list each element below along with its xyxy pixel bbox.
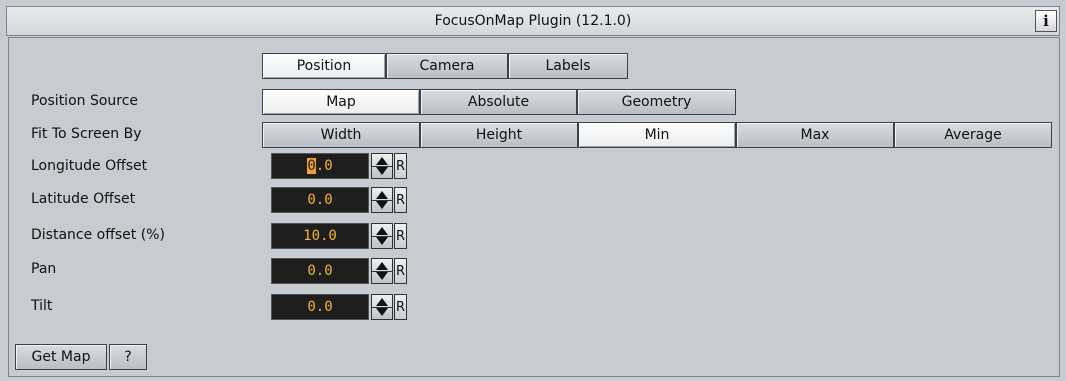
- title-bar: FocusOnMap Plugin (12.1.0) i: [6, 6, 1060, 36]
- fit-max-button[interactable]: Max: [736, 122, 894, 148]
- spin-up-icon: [376, 262, 388, 270]
- fit-min-button[interactable]: Min: [578, 122, 736, 148]
- window-title: FocusOnMap Plugin (12.1.0): [434, 13, 632, 29]
- longitude-offset-label: Longitude Offset: [31, 158, 148, 174]
- position-source-map[interactable]: Map: [262, 89, 420, 115]
- fit-to-screen-label: Fit To Screen By: [31, 126, 142, 142]
- info-button[interactable]: i: [1035, 10, 1057, 32]
- position-source-absolute[interactable]: Absolute: [420, 89, 577, 115]
- longitude-reset-button[interactable]: R: [394, 153, 407, 179]
- spin-down-icon: [376, 308, 388, 316]
- spin-down-icon: [376, 272, 388, 280]
- spin-up-icon: [376, 227, 388, 235]
- longitude-spinner[interactable]: [371, 153, 393, 179]
- position-source-label: Position Source: [31, 93, 139, 109]
- latitude-offset-input[interactable]: 0.0: [271, 187, 369, 213]
- pan-spinner[interactable]: [371, 258, 393, 284]
- plugin-panel: Position Camera Labels Position Source M…: [8, 37, 1060, 377]
- spin-up-icon: [376, 191, 388, 199]
- fit-average-button[interactable]: Average: [894, 122, 1052, 148]
- tab-position[interactable]: Position: [262, 53, 386, 79]
- pan-reset-button[interactable]: R: [394, 258, 407, 284]
- spin-up-icon: [376, 298, 388, 306]
- longitude-offset-input[interactable]: 0.0: [271, 153, 369, 179]
- tab-labels[interactable]: Labels: [508, 53, 628, 79]
- pan-input[interactable]: 0.0: [271, 258, 369, 284]
- tilt-label: Tilt: [31, 298, 53, 314]
- position-source-geometry[interactable]: Geometry: [577, 89, 736, 115]
- get-map-button[interactable]: Get Map: [15, 344, 107, 370]
- distance-spinner[interactable]: [371, 223, 393, 249]
- spin-down-icon: [376, 167, 388, 175]
- distance-offset-input[interactable]: 10.0: [271, 223, 369, 249]
- spin-down-icon: [376, 237, 388, 245]
- tab-camera[interactable]: Camera: [386, 53, 508, 79]
- longitude-selected-text: 0: [307, 158, 316, 174]
- latitude-offset-label: Latitude Offset: [31, 191, 136, 207]
- tilt-reset-button[interactable]: R: [394, 294, 407, 320]
- tilt-input[interactable]: 0.0: [271, 294, 369, 320]
- distance-offset-label: Distance offset (%): [31, 227, 165, 243]
- help-button[interactable]: ?: [109, 344, 147, 370]
- fit-height-button[interactable]: Height: [420, 122, 578, 148]
- spin-up-icon: [376, 157, 388, 165]
- pan-label: Pan: [31, 261, 57, 277]
- fit-width-button[interactable]: Width: [262, 122, 420, 148]
- distance-reset-button[interactable]: R: [394, 223, 407, 249]
- spin-down-icon: [376, 201, 388, 209]
- latitude-spinner[interactable]: [371, 187, 393, 213]
- longitude-value-rest: .0: [315, 158, 333, 174]
- tilt-spinner[interactable]: [371, 294, 393, 320]
- latitude-reset-button[interactable]: R: [394, 187, 407, 213]
